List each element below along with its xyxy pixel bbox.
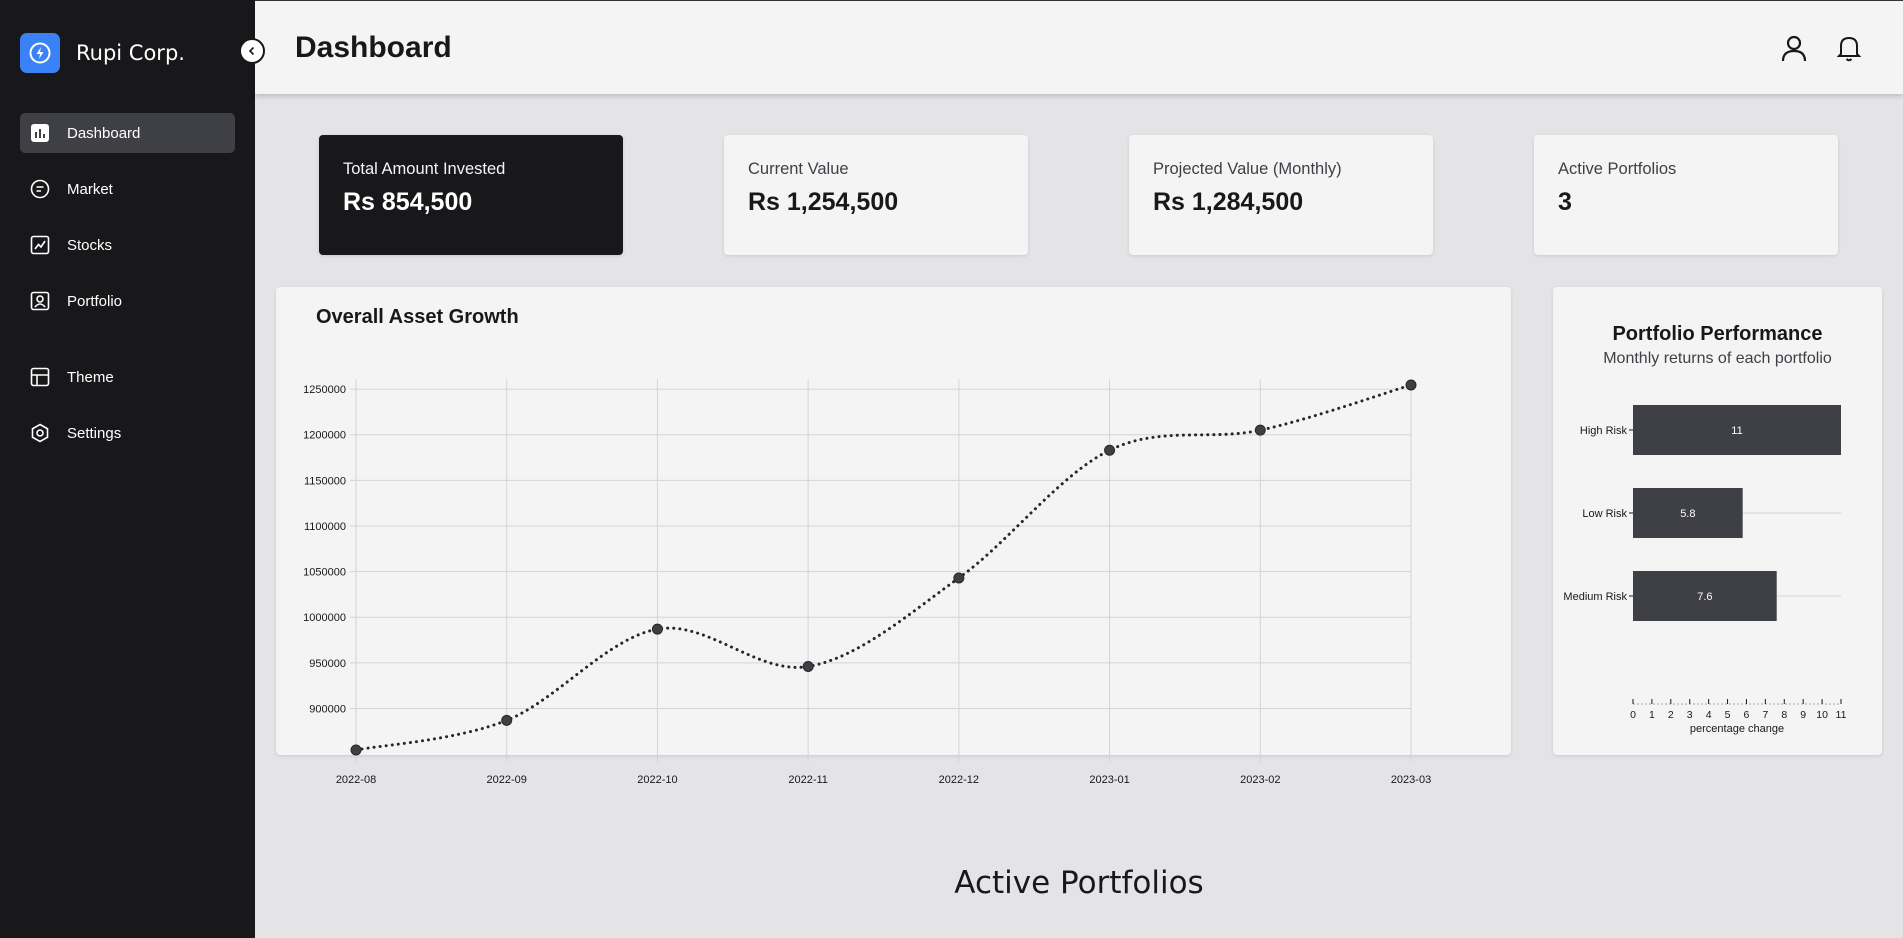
data-point [953,572,965,584]
x-tick-label: 10 [1816,709,1828,721]
sidebar: Rupi Corp. Dashboard Market Stocks Portf… [0,0,255,938]
x-tick-label: 2 [1668,709,1674,721]
stat-value: Rs 1,284,500 [1153,188,1304,216]
stat-card-total-invested: Total Amount Invested Rs 854,500 [319,135,623,255]
bell-icon[interactable] [1835,33,1863,63]
bar-category-label: Low Risk [1582,508,1627,520]
asset-growth-chart: 900000 950000 1000000 1050000 1100000 1150000… [303,379,1431,786]
sidebar-item-label: Dashboard [67,124,141,142]
y-tick-label: 900000 [309,703,346,715]
data-point [1104,444,1116,456]
collapse-sidebar-button[interactable] [239,38,265,64]
theme-icon [30,367,50,387]
lightning-icon [20,33,60,73]
sidebar-item-label: Portfolio [67,292,123,310]
stat-label: Total Amount Invested [343,160,506,178]
bar-value-label: 11 [1731,425,1742,437]
sidebar-item-portfolio[interactable]: Portfolio [20,281,235,321]
stat-label: Active Portfolios [1558,160,1677,178]
chevron-left-icon [248,46,255,56]
x-tick-label: 1 [1649,709,1655,721]
data-point [1405,379,1417,391]
page-title: Dashboard [295,31,452,64]
x-tick-label: 2022-09 [487,774,527,786]
x-tick-label: 2023-03 [1391,774,1431,786]
market-icon [30,179,50,199]
sidebar-item-label: Market [67,180,113,198]
x-tick-label: 2022-12 [939,774,979,786]
x-tick-label: 2023-01 [1089,774,1129,786]
data-point [1254,424,1266,436]
sidebar-item-dashboard[interactable]: Dashboard [20,113,235,153]
sidebar-item-market[interactable]: Market [20,169,235,209]
sidebar-item-stocks[interactable]: Stocks [20,225,235,265]
top-bar: Dashboard [255,0,1903,94]
x-tick-label: 0 [1630,709,1636,721]
data-points [350,379,1417,756]
sidebar-item-label: Settings [67,424,122,442]
bar-category-label: High Risk [1580,425,1628,437]
x-tick-label: 2023-02 [1240,774,1280,786]
y-tick-label: 1150000 [304,475,346,487]
bar-chart-icon [30,123,50,143]
y-tick-labels: 900000 950000 1000000 1050000 1100000 1150000… [303,384,346,715]
y-tick-label: 1200000 [303,430,346,442]
x-tick-label: 8 [1781,709,1787,721]
portfolio-performance-chart: High Risk Low Risk Medium Risk 11 5.8 7.6 0 1 2 3… [1563,405,1847,735]
line-chart-icon [30,235,50,255]
stat-label: Current Value [748,160,849,178]
sidebar-nav: Dashboard Market Stocks Portfolio Theme [20,113,235,469]
x-tick-label: 9 [1800,709,1806,721]
x-tick-label: 2022-08 [336,774,376,786]
data-point [802,661,814,673]
stat-card-projected-value: Projected Value (Monthly) Rs 1,284,500 [1129,135,1433,255]
data-point [651,623,663,635]
portfolio-icon [30,291,50,311]
x-tick-label: 2022-10 [637,774,677,786]
active-portfolios-heading: Active Portfolios [954,865,1204,901]
x-tick-labels: 2022-08 2022-09 2022-10 2022-11 2022-12 2023-… [336,774,1431,786]
stat-value: Rs 1,254,500 [748,188,899,216]
brand-name: Rupi Corp. [76,41,185,65]
stat-value: Rs 854,500 [343,188,473,216]
sidebar-item-theme[interactable]: Theme [20,357,235,397]
stat-card-current-value: Current Value Rs 1,254,500 [724,135,1028,255]
user-icon[interactable] [1780,33,1808,63]
x-tick-label: 5 [1725,709,1731,721]
data-point [350,744,362,756]
stat-value: 3 [1558,188,1572,216]
stat-card-active-portfolios: Active Portfolios 3 [1534,135,1838,255]
y-tick-label: 1100000 [304,521,346,533]
x-axis-label: percentage change [1690,723,1784,735]
bar-category-label: Medium Risk [1563,591,1627,603]
sidebar-item-label: Theme [67,368,114,386]
y-tick-label: 1250000 [303,384,346,396]
x-tick-label: 2022-11 [788,774,828,786]
sidebar-item-settings[interactable]: Settings [20,413,235,453]
bar-value-label: 5.8 [1680,508,1695,520]
data-point [501,714,513,726]
x-tick-label: 11 [1836,709,1847,721]
y-tick-label: 950000 [309,658,346,670]
portfolio-performance-panel: Portfolio Performance Monthly returns of… [1553,287,1882,755]
bar-value-label: 7.6 [1697,591,1712,603]
x-tick-label: 4 [1706,709,1712,721]
y-tick-label: 1050000 [303,567,346,579]
sidebar-item-label: Stocks [67,236,113,254]
x-tick-label: 6 [1744,709,1750,721]
y-tick-label: 1000000 [303,612,346,624]
line-chart-grid [350,379,1412,762]
gear-icon [30,423,50,443]
brand[interactable]: Rupi Corp. [20,33,185,73]
x-tick-label: 7 [1762,709,1768,721]
stat-label: Projected Value (Monthly) [1153,160,1342,178]
asset-growth-line [354,383,1413,752]
x-tick-label: 3 [1687,709,1693,721]
